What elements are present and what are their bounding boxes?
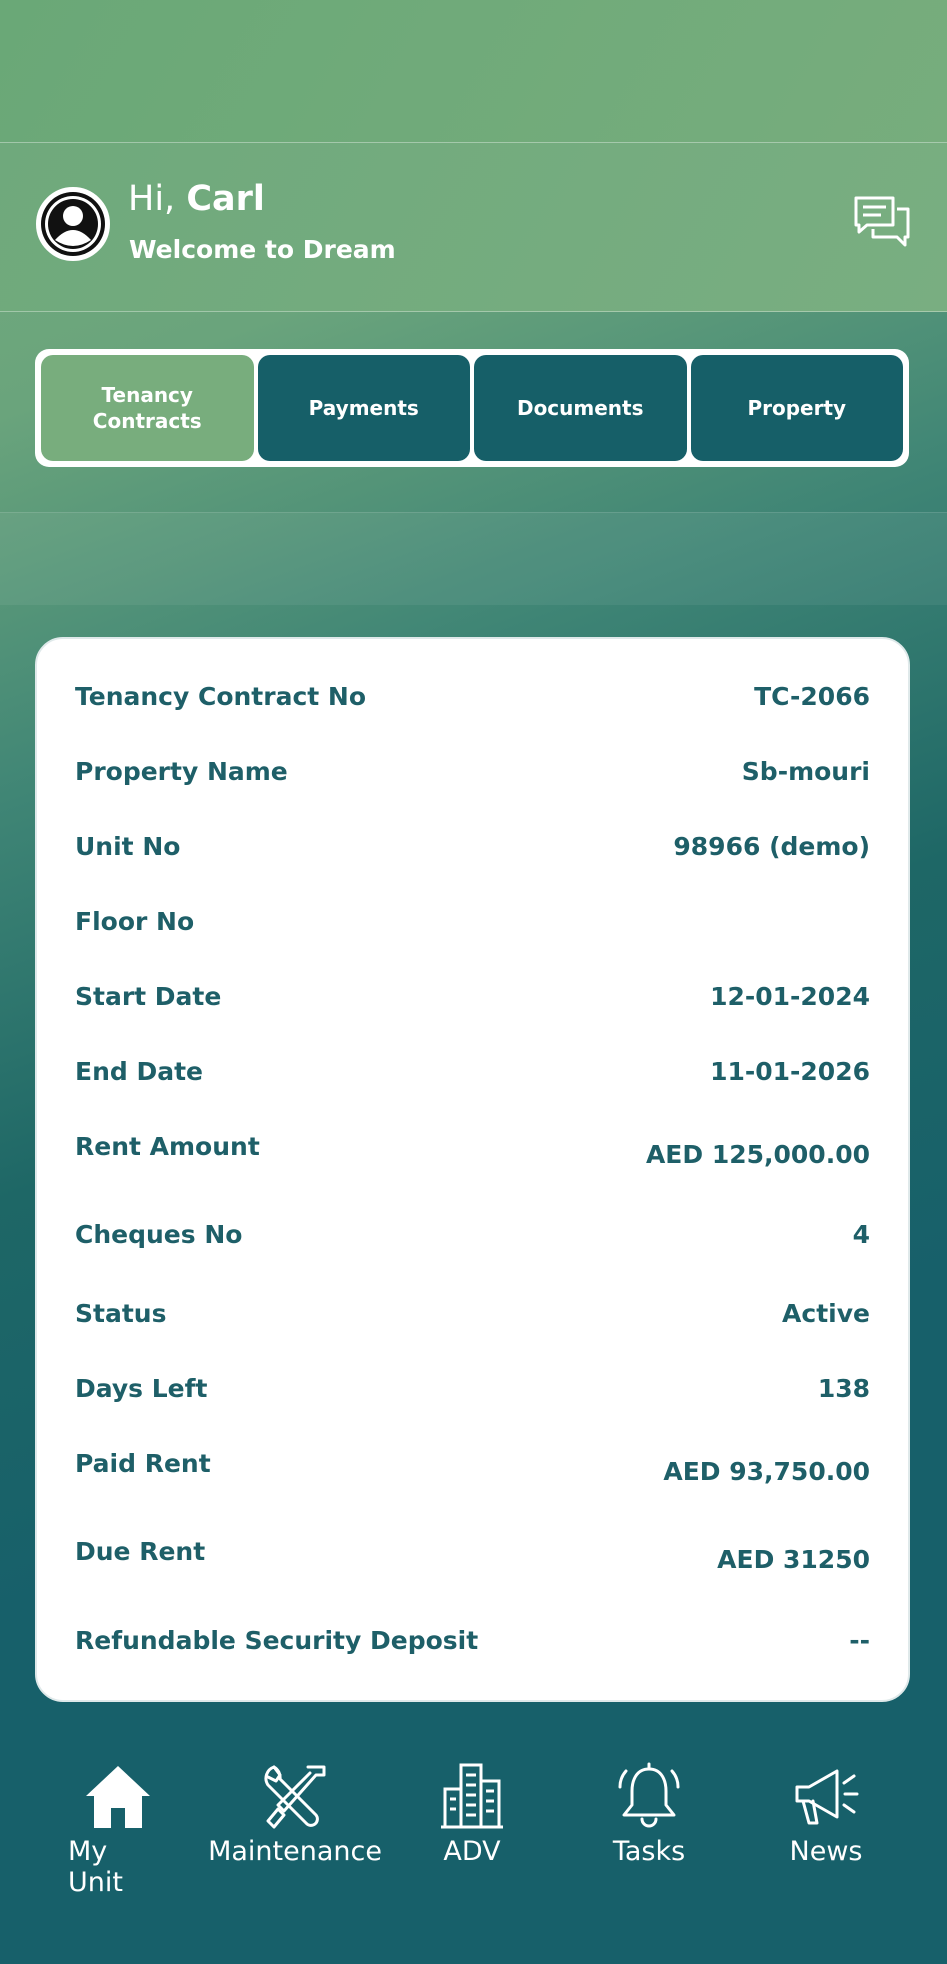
- tools-icon: [264, 1765, 326, 1829]
- detail-value: 11-01-2026: [710, 1057, 870, 1086]
- buildings-icon: [441, 1763, 503, 1829]
- nav-label: News: [789, 1836, 863, 1867]
- tab-label: Tenancy Contracts: [92, 383, 202, 433]
- tab-label: Property: [747, 396, 847, 420]
- user-name: Carl: [186, 179, 265, 219]
- detail-row: Paid Rent AED 93,750.00: [75, 1449, 870, 1486]
- detail-value: TC-2066: [754, 682, 870, 711]
- nav-my-unit[interactable]: My Unit: [68, 1760, 168, 1898]
- nav-label: Maintenance: [208, 1836, 382, 1867]
- nav-tasks[interactable]: Tasks: [599, 1760, 699, 1867]
- detail-row: Property Name Sb-mouri: [75, 757, 870, 786]
- tab-payments[interactable]: Payments: [257, 355, 470, 461]
- detail-label: Refundable Security Deposit: [75, 1626, 479, 1655]
- detail-row: Start Date 12-01-2024: [75, 982, 870, 1011]
- home-icon: [86, 1766, 150, 1828]
- nav-label: My Unit: [68, 1836, 123, 1898]
- megaphone-icon: [795, 1769, 859, 1825]
- detail-label: Rent Amount: [75, 1132, 260, 1161]
- detail-value: 12-01-2024: [710, 982, 870, 1011]
- detail-row: Tenancy Contract No TC-2066: [75, 682, 870, 711]
- detail-label: Status: [75, 1299, 167, 1328]
- detail-label: End Date: [75, 1057, 204, 1086]
- detail-value: Sb-mouri: [741, 757, 870, 786]
- nav-adv[interactable]: ADV: [422, 1760, 522, 1867]
- detail-value: 4: [852, 1220, 870, 1249]
- detail-label: Days Left: [75, 1374, 208, 1403]
- bell-icon: [618, 1762, 680, 1828]
- tab-documents[interactable]: Documents: [474, 355, 687, 461]
- greeting: Hi, Carl: [128, 179, 265, 219]
- nav-maintenance[interactable]: Maintenance: [208, 1760, 382, 1867]
- user-icon: [41, 192, 105, 256]
- detail-row: Rent Amount AED 125,000.00: [75, 1132, 870, 1169]
- detail-label: Cheques No: [75, 1220, 243, 1249]
- detail-value: --: [849, 1626, 870, 1655]
- welcome-text: Welcome to Dream: [129, 235, 396, 264]
- detail-label: Start Date: [75, 982, 222, 1011]
- bottom-nav: My Unit Maintenance ADV Tasks News: [0, 1760, 947, 1964]
- detail-row: Cheques No 4: [75, 1220, 870, 1249]
- header: Hi, Carl Welcome to Dream: [0, 142, 947, 312]
- detail-label: Paid Rent: [75, 1449, 211, 1478]
- tab-bar: Tenancy Contracts Payments Documents Pro…: [35, 349, 909, 467]
- avatar[interactable]: [36, 187, 110, 261]
- detail-row: Due Rent AED 31250: [75, 1537, 870, 1574]
- greeting-text: Hi,: [128, 179, 176, 219]
- status-bar-area: [0, 0, 947, 142]
- nav-label: Tasks: [612, 1836, 686, 1867]
- detail-row: Floor No: [75, 907, 870, 936]
- chat-icon[interactable]: [853, 195, 911, 249]
- detail-value: AED 125,000.00: [645, 1140, 870, 1169]
- detail-label: Floor No: [75, 907, 195, 936]
- detail-label: Property Name: [75, 757, 288, 786]
- tab-label: Payments: [308, 396, 419, 420]
- tab-tenancy-contracts[interactable]: Tenancy Contracts: [41, 355, 254, 461]
- detail-row: End Date 11-01-2026: [75, 1057, 870, 1086]
- detail-row: Refundable Security Deposit --: [75, 1626, 870, 1655]
- nav-news[interactable]: News: [776, 1760, 876, 1867]
- detail-label: Due Rent: [75, 1537, 206, 1566]
- nav-label: ADV: [443, 1836, 501, 1867]
- detail-value: AED 93,750.00: [663, 1457, 870, 1486]
- detail-value: AED 31250: [717, 1545, 870, 1574]
- detail-label: Unit No: [75, 832, 181, 861]
- detail-row: Days Left 138: [75, 1374, 870, 1403]
- detail-value: Active: [782, 1299, 870, 1328]
- detail-row: Unit No 98966 (demo): [75, 832, 870, 861]
- tab-property[interactable]: Property: [690, 355, 903, 461]
- detail-row: Status Active: [75, 1299, 870, 1328]
- contract-details-card: Tenancy Contract No TC-2066 Property Nam…: [35, 637, 910, 1702]
- detail-value: 138: [817, 1374, 870, 1403]
- detail-value: 98966 (demo): [673, 832, 870, 861]
- detail-label: Tenancy Contract No: [75, 682, 367, 711]
- divider-band: [0, 512, 947, 605]
- tab-label: Documents: [516, 396, 644, 420]
